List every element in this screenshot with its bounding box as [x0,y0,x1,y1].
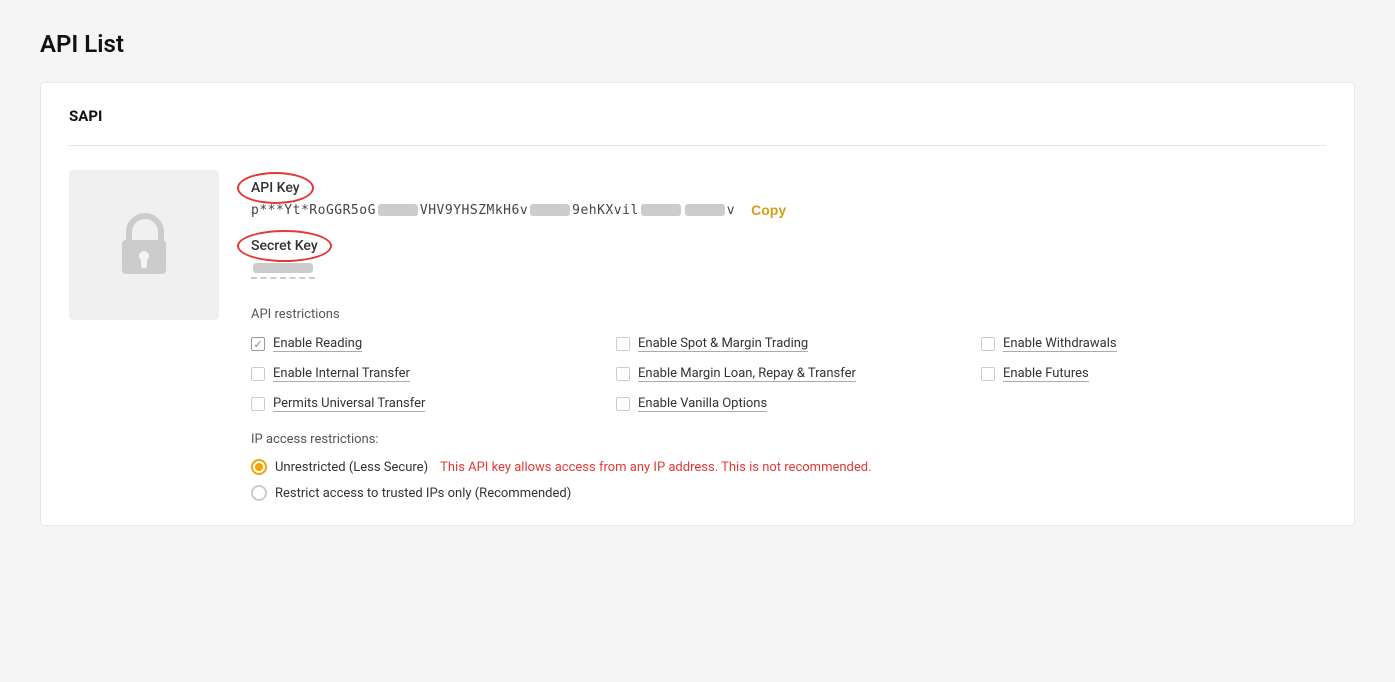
radio-restrict-trusted-label: Restrict access to trusted IPs only (Rec… [275,486,571,501]
api-content: API Key p***Yt*RoGGR5oGVHV9YHSZMkH6v9ehK… [69,170,1326,501]
divider [69,145,1326,146]
blur-block-2 [530,204,570,216]
page-title: API List [40,30,1355,58]
lock-icon-box [69,170,219,320]
api-card: SAPI API Key [40,82,1355,526]
radio-unrestricted-label: Unrestricted (Less Secure) [275,460,428,475]
secret-key-row: Secret Key [251,238,1326,279]
ip-access-label: IP access restrictions: [251,432,1326,447]
api-key-value: p***Yt*RoGGR5oGVHV9YHSZMkH6v9ehKXvilv [251,203,735,218]
api-key-row: API Key p***Yt*RoGGR5oGVHV9YHSZMkH6v9ehK… [251,180,1326,218]
radio-restrict-trusted[interactable]: Restrict access to trusted IPs only (Rec… [251,485,1326,501]
api-details: API Key p***Yt*RoGGR5oGVHV9YHSZMkH6v9ehK… [251,170,1326,501]
checkbox-enable-reading-label: Enable Reading [273,336,362,352]
radio-group: Unrestricted (Less Secure) This API key … [251,459,1326,501]
checkbox-enable-spot-margin-label: Enable Spot & Margin Trading [638,336,808,352]
grid-empty-cell [981,396,1326,412]
checkbox-enable-vanilla-options-box[interactable] [616,397,630,411]
checkbox-enable-futures-label: Enable Futures [1003,366,1089,382]
checkbox-enable-internal-transfer[interactable]: Enable Internal Transfer [251,366,596,382]
checkbox-enable-margin-loan-label: Enable Margin Loan, Repay & Transfer [638,366,856,382]
checkbox-enable-internal-transfer-box[interactable] [251,367,265,381]
checkbox-enable-internal-transfer-label: Enable Internal Transfer [273,366,410,382]
checkbox-enable-spot-margin-box[interactable] [616,337,630,351]
restrictions-section: API restrictions ✓ Enable Reading Enable… [251,307,1326,412]
checkmark-enable-reading: ✓ [253,339,262,350]
page-container: API List SAPI API Key [0,0,1395,682]
api-key-value-row: p***Yt*RoGGR5oGVHV9YHSZMkH6v9ehKXvilv Co… [251,202,1326,218]
restrictions-label: API restrictions [251,307,1326,322]
checkbox-enable-margin-loan-box[interactable] [616,367,630,381]
radio-restrict-trusted-button[interactable] [251,485,267,501]
checkbox-enable-vanilla-options[interactable]: Enable Vanilla Options [616,396,961,412]
blur-block-1 [378,204,418,216]
checkbox-enable-reading[interactable]: ✓ Enable Reading [251,336,596,352]
checkbox-enable-margin-loan[interactable]: Enable Margin Loan, Repay & Transfer [616,366,961,382]
blur-block-3 [641,204,681,216]
radio-unrestricted-inner [255,463,263,471]
secret-blur [253,263,313,273]
secret-key-label-wrapper: Secret Key [251,238,318,254]
checkbox-enable-withdrawals-label: Enable Withdrawals [1003,336,1117,352]
checkbox-enable-futures-box[interactable] [981,367,995,381]
secret-key-value [251,260,315,279]
api-key-label: API Key [251,180,300,196]
secret-key-value-row [251,260,1326,279]
checkbox-permits-universal-transfer-box[interactable] [251,397,265,411]
section-label: SAPI [69,107,1326,125]
checkbox-enable-withdrawals-box[interactable] [981,337,995,351]
blur-block-4 [685,204,725,216]
checkbox-enable-reading-box[interactable]: ✓ [251,337,265,351]
checkbox-enable-spot-margin[interactable]: Enable Spot & Margin Trading [616,336,961,352]
radio-unrestricted[interactable]: Unrestricted (Less Secure) This API key … [251,459,1326,475]
ip-access-section: IP access restrictions: Unrestricted (Le… [251,432,1326,501]
restrictions-grid: ✓ Enable Reading Enable Spot & Margin Tr… [251,336,1326,412]
lock-icon [114,210,174,280]
checkbox-permits-universal-transfer[interactable]: Permits Universal Transfer [251,396,596,412]
checkbox-enable-withdrawals[interactable]: Enable Withdrawals [981,336,1326,352]
radio-unrestricted-button[interactable] [251,459,267,475]
checkbox-enable-vanilla-options-label: Enable Vanilla Options [638,396,767,412]
checkbox-permits-universal-transfer-label: Permits Universal Transfer [273,396,425,412]
unrestricted-warning: This API key allows access from any IP a… [440,460,871,475]
secret-key-label: Secret Key [251,238,318,254]
api-key-label-wrapper: API Key [251,180,300,196]
copy-button[interactable]: Copy [751,202,786,218]
checkbox-enable-futures[interactable]: Enable Futures [981,366,1326,382]
